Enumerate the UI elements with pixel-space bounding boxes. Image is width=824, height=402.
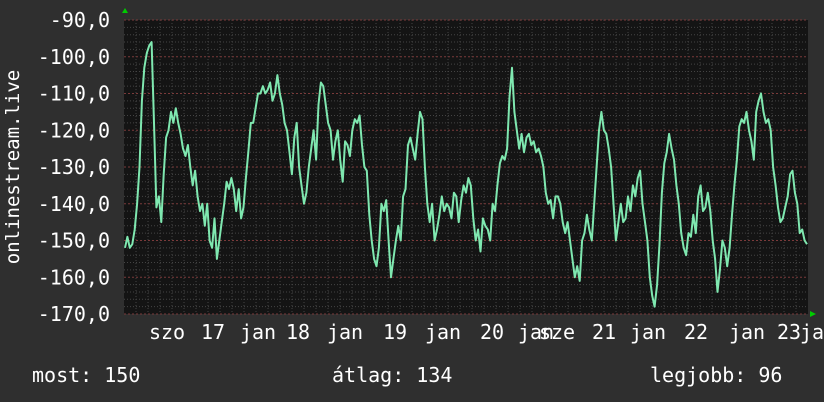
x-tick-label: jan bbox=[800, 320, 824, 344]
x-tick-label: 21 bbox=[592, 320, 616, 344]
x-tick-label: 17 bbox=[201, 320, 225, 344]
x-tick-label: 19 bbox=[383, 320, 407, 344]
y-axis-label: onlinestream.live bbox=[2, 70, 24, 264]
x-tick-label: jan bbox=[240, 320, 276, 344]
x-tick-label: sze bbox=[539, 320, 575, 344]
x-tick-label: jan bbox=[327, 320, 363, 344]
y-tick-label: -150,0 bbox=[38, 229, 110, 253]
y-tick-label: -140,0 bbox=[38, 192, 110, 216]
y-tick-label: -100,0 bbox=[38, 45, 110, 69]
y-tick-label: -160,0 bbox=[38, 265, 110, 289]
y-tick-label: -110,0 bbox=[38, 82, 110, 106]
x-axis-arrow bbox=[810, 311, 816, 317]
x-tick-label: 22 bbox=[684, 320, 708, 344]
x-tick-label: 23 bbox=[777, 320, 801, 344]
y-tick-label: -170,0 bbox=[38, 302, 110, 326]
y-tick-label: -130,0 bbox=[38, 155, 110, 179]
stats-footer: most: 150 átlag: 134 legjobb: 96 bbox=[0, 360, 824, 390]
line-chart: -90,0 -100,0 -110,0 -120,0 -130,0 -140,0 -150,… bbox=[2, 8, 824, 344]
x-tick-label: 18 bbox=[286, 320, 310, 344]
average-value: átlag: 134 bbox=[332, 363, 453, 387]
best-value: legjobb: 96 bbox=[650, 363, 783, 387]
x-tick-label: 20 bbox=[480, 320, 504, 344]
y-tick-label: -120,0 bbox=[38, 118, 110, 142]
current-value: most: 150 bbox=[32, 363, 141, 387]
x-tick-label: jan bbox=[630, 320, 666, 344]
x-tick-label: szo bbox=[149, 320, 185, 344]
x-tick-label: jan bbox=[425, 320, 461, 344]
y-tick-label: -90,0 bbox=[50, 8, 110, 32]
x-tick-label: jan bbox=[729, 320, 765, 344]
x-axis-tick-labels: szo 17 jan 18 jan 19 jan 20 jansze 21 jan 22 jan 23ja… bbox=[149, 320, 824, 344]
y-axis-tick-labels: -90,0 -100,0 -110,0 -120,0 -130,0 -140,0 -150,… bbox=[38, 8, 110, 326]
y-axis-arrow bbox=[122, 8, 128, 13]
